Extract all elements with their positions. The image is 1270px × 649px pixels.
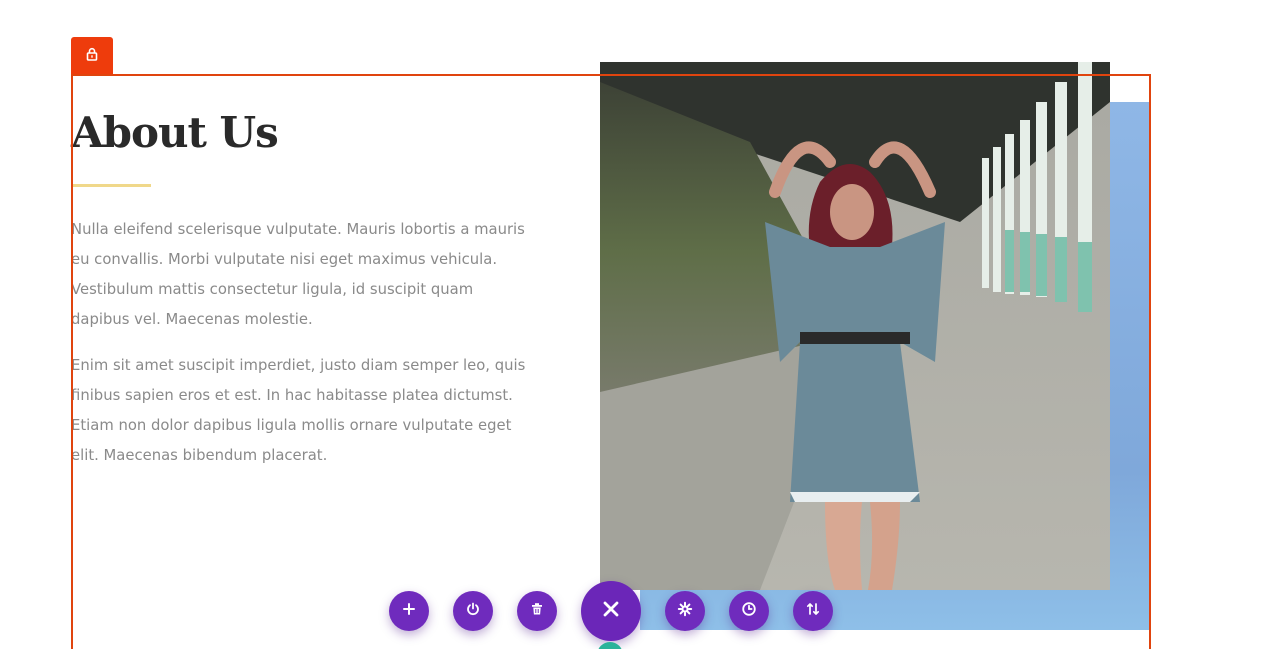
about-paragraph-2: Enim sit amet suscipit imperdiet, justo …	[71, 357, 526, 464]
settings-button[interactable]	[665, 591, 705, 631]
lock-icon	[85, 47, 99, 66]
sort-button[interactable]	[793, 591, 833, 631]
sort-icon	[805, 601, 821, 622]
plus-icon	[401, 601, 417, 622]
page-title: About Us	[71, 108, 279, 157]
history-icon	[741, 601, 757, 622]
about-photo	[600, 62, 1110, 590]
close-button[interactable]	[581, 581, 641, 641]
gear-icon	[677, 601, 693, 622]
trash-icon	[529, 601, 545, 622]
power-icon	[465, 601, 481, 622]
add-button[interactable]	[389, 591, 429, 631]
section-lock-tab[interactable]	[71, 37, 113, 76]
delete-button[interactable]	[517, 591, 557, 631]
close-icon	[600, 598, 622, 625]
about-paragraph-1: Nulla eleifend scelerisque vulputate. Ma…	[71, 221, 525, 328]
title-divider	[71, 184, 151, 187]
add-row-handle[interactable]	[597, 642, 623, 649]
disable-button[interactable]	[453, 591, 493, 631]
history-button[interactable]	[729, 591, 769, 631]
